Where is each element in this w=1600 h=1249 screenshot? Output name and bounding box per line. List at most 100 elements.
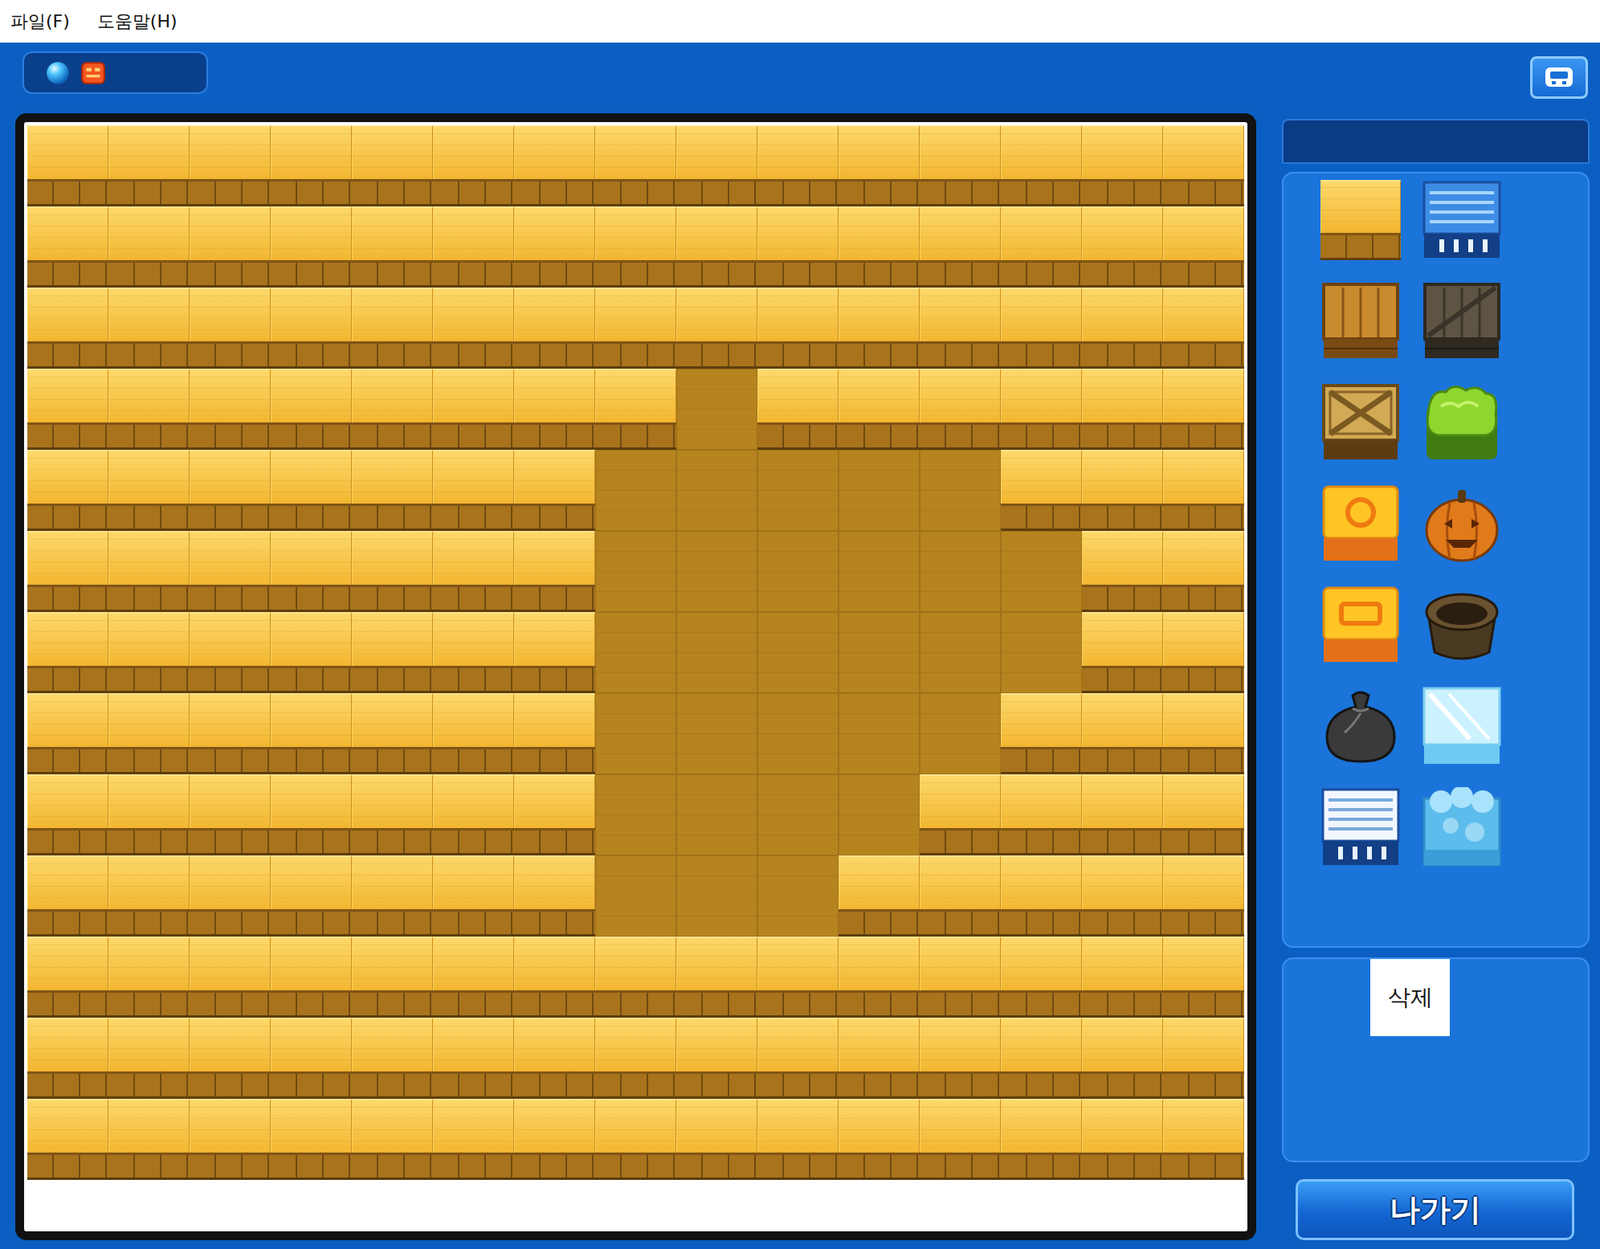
map-tile-block[interactable] — [1081, 125, 1164, 207]
map-tile-block[interactable] — [270, 855, 352, 937]
map-tile-block[interactable] — [1081, 530, 1164, 613]
palette-pot[interactable] — [1421, 584, 1503, 666]
map-tile-block[interactable] — [1163, 855, 1245, 937]
map-tile-block[interactable] — [27, 1098, 109, 1180]
map-tile-block[interactable] — [595, 1098, 677, 1180]
map-tile-block[interactable] — [108, 449, 190, 531]
map-tile-block[interactable] — [757, 125, 839, 207]
map-tile-block[interactable] — [27, 287, 109, 369]
map-tile-block[interactable] — [351, 1017, 433, 1099]
map-tile-block[interactable] — [270, 287, 352, 369]
map-tile-block[interactable] — [432, 693, 515, 775]
map-tile-block[interactable] — [432, 449, 515, 531]
map-tile-block[interactable] — [514, 1098, 596, 1180]
map-tile-block[interactable] — [189, 855, 271, 937]
map-tile-block[interactable] — [676, 206, 758, 288]
map-tile-block[interactable] — [919, 368, 1001, 450]
map-tile-block[interactable] — [432, 368, 515, 450]
map-tile-block[interactable] — [757, 1017, 839, 1099]
map-tile-block[interactable] — [514, 774, 596, 856]
map-tile-block[interactable] — [676, 1098, 758, 1180]
map-tile-block[interactable] — [270, 206, 352, 288]
palette-wood-crate[interactable] — [1320, 281, 1401, 362]
map-tile-block[interactable] — [108, 936, 190, 1018]
map-tile-block[interactable] — [757, 287, 839, 369]
map-tile-block[interactable] — [432, 206, 515, 288]
map-tile-block[interactable] — [838, 287, 920, 369]
map-tile-floor[interactable] — [676, 530, 758, 613]
map-tile-floor[interactable] — [919, 530, 1001, 613]
palette-cloud-block[interactable] — [1421, 787, 1503, 868]
exit-button[interactable]: 나가기 — [1295, 1179, 1575, 1241]
map-tile-block[interactable] — [27, 368, 109, 450]
map-tile-block[interactable] — [270, 774, 352, 856]
map-tile-floor[interactable] — [838, 530, 920, 613]
map-tile-block[interactable] — [432, 125, 515, 207]
map-tile-floor[interactable] — [595, 774, 677, 856]
map-tile-block[interactable] — [432, 612, 515, 694]
map-tile-block[interactable] — [595, 1017, 677, 1099]
map-tile-block[interactable] — [757, 368, 839, 450]
map-tile-block[interactable] — [1163, 125, 1245, 207]
map-tile-block[interactable] — [189, 287, 271, 369]
map-tile-block[interactable] — [514, 693, 596, 775]
palette-pumpkin[interactable] — [1421, 483, 1503, 564]
map-tile-block[interactable] — [27, 693, 109, 775]
map-tile-floor[interactable] — [919, 693, 1001, 775]
map-tile-block[interactable] — [27, 530, 109, 613]
map-tile-block[interactable] — [432, 530, 515, 613]
map-tile-block[interactable] — [595, 206, 677, 288]
map-tile-floor[interactable] — [757, 693, 839, 775]
palette-sack[interactable] — [1320, 685, 1401, 767]
map-tile-block[interactable] — [27, 855, 109, 937]
map-tile-block[interactable] — [757, 1098, 839, 1180]
map-tile-block[interactable] — [838, 125, 920, 207]
map-tile-floor[interactable] — [919, 449, 1001, 531]
map-tile-block[interactable] — [351, 612, 433, 694]
map-tile-block[interactable] — [270, 936, 352, 1018]
map-tile-block[interactable] — [351, 774, 433, 856]
map-tile-block[interactable] — [351, 287, 433, 369]
map-tile-block[interactable] — [1163, 287, 1245, 369]
palette-slot-box[interactable] — [1320, 584, 1401, 666]
map-tile-block[interactable] — [595, 125, 677, 207]
map-tile-block[interactable] — [351, 530, 433, 613]
map-tile-block[interactable] — [108, 1098, 190, 1180]
map-tile-block[interactable] — [27, 936, 109, 1018]
save-button[interactable] — [1530, 56, 1588, 99]
map-tile-block[interactable] — [270, 449, 352, 531]
map-tile-block[interactable] — [189, 1017, 271, 1099]
map-tile-floor[interactable] — [595, 530, 677, 613]
map-tile-floor[interactable] — [676, 693, 758, 775]
map-tile-floor[interactable] — [757, 449, 839, 531]
map-tile-block[interactable] — [595, 287, 677, 369]
map-tile-block[interactable] — [514, 125, 596, 207]
map-tile-block[interactable] — [676, 287, 758, 369]
map-tile-block[interactable] — [351, 1098, 433, 1180]
palette-blue-shelf[interactable] — [1421, 179, 1503, 261]
map-tile-block[interactable] — [108, 530, 190, 613]
palette-ring-box[interactable] — [1320, 483, 1401, 564]
map-tile-block[interactable] — [27, 612, 109, 694]
map-tile-block[interactable] — [108, 125, 190, 207]
map-tile-block[interactable] — [1081, 1017, 1164, 1099]
map-tile-block[interactable] — [189, 449, 271, 531]
map-tile-block[interactable] — [919, 206, 1001, 288]
map-tile-block[interactable] — [676, 936, 758, 1018]
map-tile-block[interactable] — [432, 774, 515, 856]
map-tile-block[interactable] — [676, 1017, 758, 1099]
map-tile-block[interactable] — [1081, 612, 1164, 694]
map-tile-block[interactable] — [351, 449, 433, 531]
map-tile-block[interactable] — [1000, 449, 1082, 531]
map-tile-floor[interactable] — [676, 449, 758, 531]
map-tile-block[interactable] — [1000, 1017, 1082, 1099]
map-tile-block[interactable] — [270, 693, 352, 775]
map-tile-block[interactable] — [351, 936, 433, 1018]
map-tile-block[interactable] — [838, 855, 920, 937]
map-tile-block[interactable] — [1163, 693, 1245, 775]
map-tile-block[interactable] — [108, 855, 190, 937]
palette-white-shelf[interactable] — [1320, 787, 1401, 868]
menu-item[interactable]: 파일(F) — [10, 9, 70, 34]
map-tile-floor[interactable] — [1000, 612, 1082, 694]
map-tile-block[interactable] — [432, 936, 515, 1018]
